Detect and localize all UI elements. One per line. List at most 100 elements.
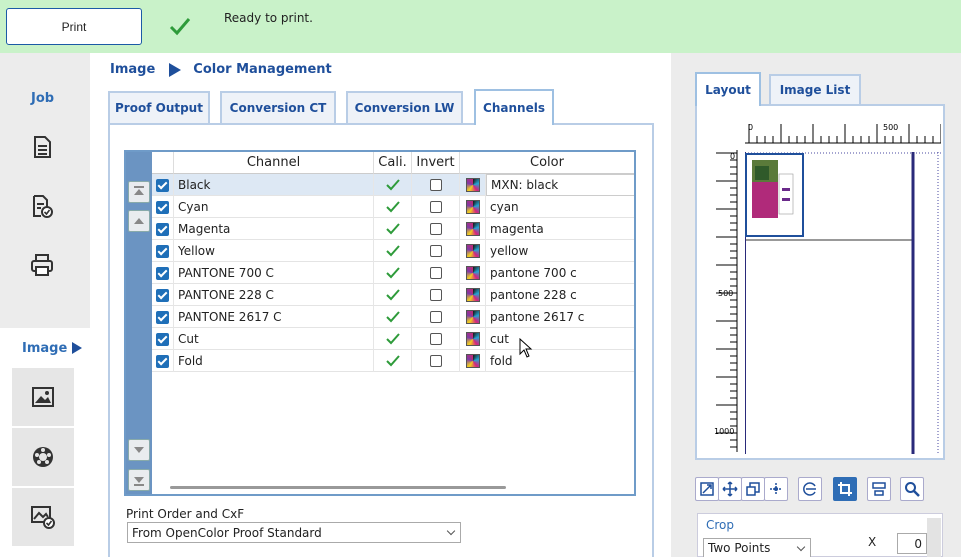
table-row[interactable]: Cut cut bbox=[152, 328, 634, 350]
arrange-tool[interactable] bbox=[764, 477, 788, 501]
color-picker-cell[interactable] bbox=[460, 262, 486, 284]
color-name[interactable]: yellow bbox=[486, 240, 634, 262]
color-name[interactable]: pantone 700 c bbox=[486, 262, 634, 284]
checkmark-icon bbox=[385, 355, 400, 367]
crop-mode-select[interactable]: Two Points bbox=[703, 538, 811, 557]
ruler-top: 0 500 bbox=[745, 122, 941, 144]
enabled-checkbox[interactable] bbox=[156, 200, 169, 214]
invert-checkbox[interactable] bbox=[429, 355, 442, 367]
table-row[interactable]: Magenta magenta bbox=[152, 218, 634, 240]
color-picker-cell[interactable] bbox=[460, 328, 486, 350]
align-tool[interactable] bbox=[867, 477, 891, 501]
document-icon[interactable] bbox=[30, 135, 54, 159]
rotate-tool[interactable] bbox=[798, 477, 822, 501]
cali-cell[interactable] bbox=[374, 262, 412, 284]
channel-name: Cyan bbox=[174, 196, 374, 218]
invert-checkbox[interactable] bbox=[429, 289, 442, 301]
print-button[interactable]: Print bbox=[6, 8, 142, 45]
move-down-button[interactable] bbox=[128, 439, 150, 461]
nav-job-label[interactable]: Job bbox=[31, 91, 54, 106]
nav-image-check-item[interactable] bbox=[12, 488, 74, 546]
horizontal-scrollbar[interactable] bbox=[170, 486, 506, 489]
cali-cell[interactable] bbox=[374, 218, 412, 240]
color-picker-cell[interactable] bbox=[460, 196, 486, 218]
header-invert[interactable]: Invert bbox=[412, 152, 460, 174]
color-name[interactable]: MXN: black bbox=[486, 174, 634, 196]
invert-checkbox[interactable] bbox=[429, 201, 442, 213]
table-row[interactable]: Black MXN: black bbox=[152, 174, 634, 196]
color-picker-cell[interactable] bbox=[460, 284, 486, 306]
invert-checkbox[interactable] bbox=[429, 245, 442, 257]
fit-page-tool[interactable] bbox=[695, 477, 719, 501]
color-picker-cell[interactable] bbox=[460, 240, 486, 262]
crop-panel-scrollbar[interactable] bbox=[927, 518, 941, 557]
print-order-select[interactable]: From OpenColor Proof Standard bbox=[127, 522, 461, 543]
cali-cell[interactable] bbox=[374, 196, 412, 218]
printer-icon[interactable] bbox=[30, 253, 54, 277]
crop-tool[interactable] bbox=[833, 477, 857, 501]
invert-checkbox[interactable] bbox=[429, 179, 442, 191]
color-picker-cell[interactable] bbox=[460, 350, 486, 372]
header-color[interactable]: Color bbox=[460, 152, 634, 174]
cali-cell[interactable] bbox=[374, 240, 412, 262]
enabled-checkbox[interactable] bbox=[156, 222, 169, 236]
header-channel[interactable]: Channel bbox=[174, 152, 374, 174]
x-input[interactable]: 0 bbox=[897, 533, 927, 554]
nav-image-label[interactable]: Image bbox=[22, 341, 67, 356]
breadcrumb-color-management[interactable]: Color Management bbox=[193, 62, 332, 77]
enabled-checkbox[interactable] bbox=[156, 332, 169, 346]
enabled-checkbox[interactable] bbox=[156, 244, 169, 258]
tab-layout[interactable]: Layout bbox=[695, 72, 761, 106]
header-cali[interactable]: Cali. bbox=[374, 152, 412, 174]
enabled-checkbox[interactable] bbox=[156, 310, 169, 324]
invert-checkbox[interactable] bbox=[429, 333, 442, 345]
expand-arrow-icon bbox=[72, 342, 82, 354]
color-picker-cell[interactable] bbox=[460, 174, 486, 196]
tab-conversion-ct[interactable]: Conversion CT bbox=[220, 91, 336, 123]
enabled-checkbox[interactable] bbox=[156, 266, 169, 280]
layout-canvas[interactable] bbox=[745, 152, 941, 454]
checkmark-icon bbox=[385, 223, 400, 235]
cali-cell[interactable] bbox=[374, 284, 412, 306]
table-row[interactable]: PANTONE 2617 C pantone 2617 c bbox=[152, 306, 634, 328]
table-row[interactable]: Yellow yellow bbox=[152, 240, 634, 262]
color-picker-cell[interactable] bbox=[460, 218, 486, 240]
tab-proof-output[interactable]: Proof Output bbox=[108, 91, 210, 123]
color-name[interactable]: pantone 2617 c bbox=[486, 306, 634, 328]
move-tool[interactable] bbox=[718, 477, 742, 501]
enabled-cell bbox=[152, 350, 174, 372]
nav-image-item[interactable] bbox=[12, 368, 74, 426]
zoom-tool[interactable] bbox=[900, 477, 924, 501]
tab-channels[interactable]: Channels bbox=[474, 89, 554, 125]
move-up-button[interactable] bbox=[128, 210, 150, 232]
table-row[interactable]: PANTONE 700 C pantone 700 c bbox=[152, 262, 634, 284]
move-bottom-button[interactable] bbox=[128, 469, 150, 491]
enabled-checkbox[interactable] bbox=[156, 288, 169, 302]
document-check-icon[interactable] bbox=[30, 194, 54, 218]
fit-page-icon bbox=[700, 482, 714, 496]
color-name[interactable]: fold bbox=[486, 350, 634, 372]
cali-cell[interactable] bbox=[374, 328, 412, 350]
tab-image-list[interactable]: Image List bbox=[769, 74, 861, 104]
breadcrumb-image[interactable]: Image bbox=[110, 62, 155, 77]
color-name[interactable]: cut bbox=[486, 328, 634, 350]
enabled-checkbox[interactable] bbox=[156, 354, 169, 368]
table-row[interactable]: Cyan cyan bbox=[152, 196, 634, 218]
tab-conversion-lw[interactable]: Conversion LW bbox=[346, 91, 463, 123]
invert-checkbox[interactable] bbox=[429, 223, 442, 235]
table-row[interactable]: Fold fold bbox=[152, 350, 634, 372]
table-row[interactable]: PANTONE 228 C pantone 228 c bbox=[152, 284, 634, 306]
cali-cell[interactable] bbox=[374, 306, 412, 328]
cali-cell[interactable] bbox=[374, 174, 412, 196]
move-top-button[interactable] bbox=[128, 181, 150, 203]
color-name[interactable]: pantone 228 c bbox=[486, 284, 634, 306]
cali-cell[interactable] bbox=[374, 350, 412, 372]
enabled-checkbox[interactable] bbox=[156, 178, 169, 192]
duplicate-tool[interactable] bbox=[741, 477, 765, 501]
invert-checkbox[interactable] bbox=[429, 311, 442, 323]
color-picker-cell[interactable] bbox=[460, 306, 486, 328]
color-name[interactable]: cyan bbox=[486, 196, 634, 218]
invert-checkbox[interactable] bbox=[429, 267, 442, 279]
nav-color-item[interactable] bbox=[12, 428, 74, 486]
color-name[interactable]: magenta bbox=[486, 218, 634, 240]
